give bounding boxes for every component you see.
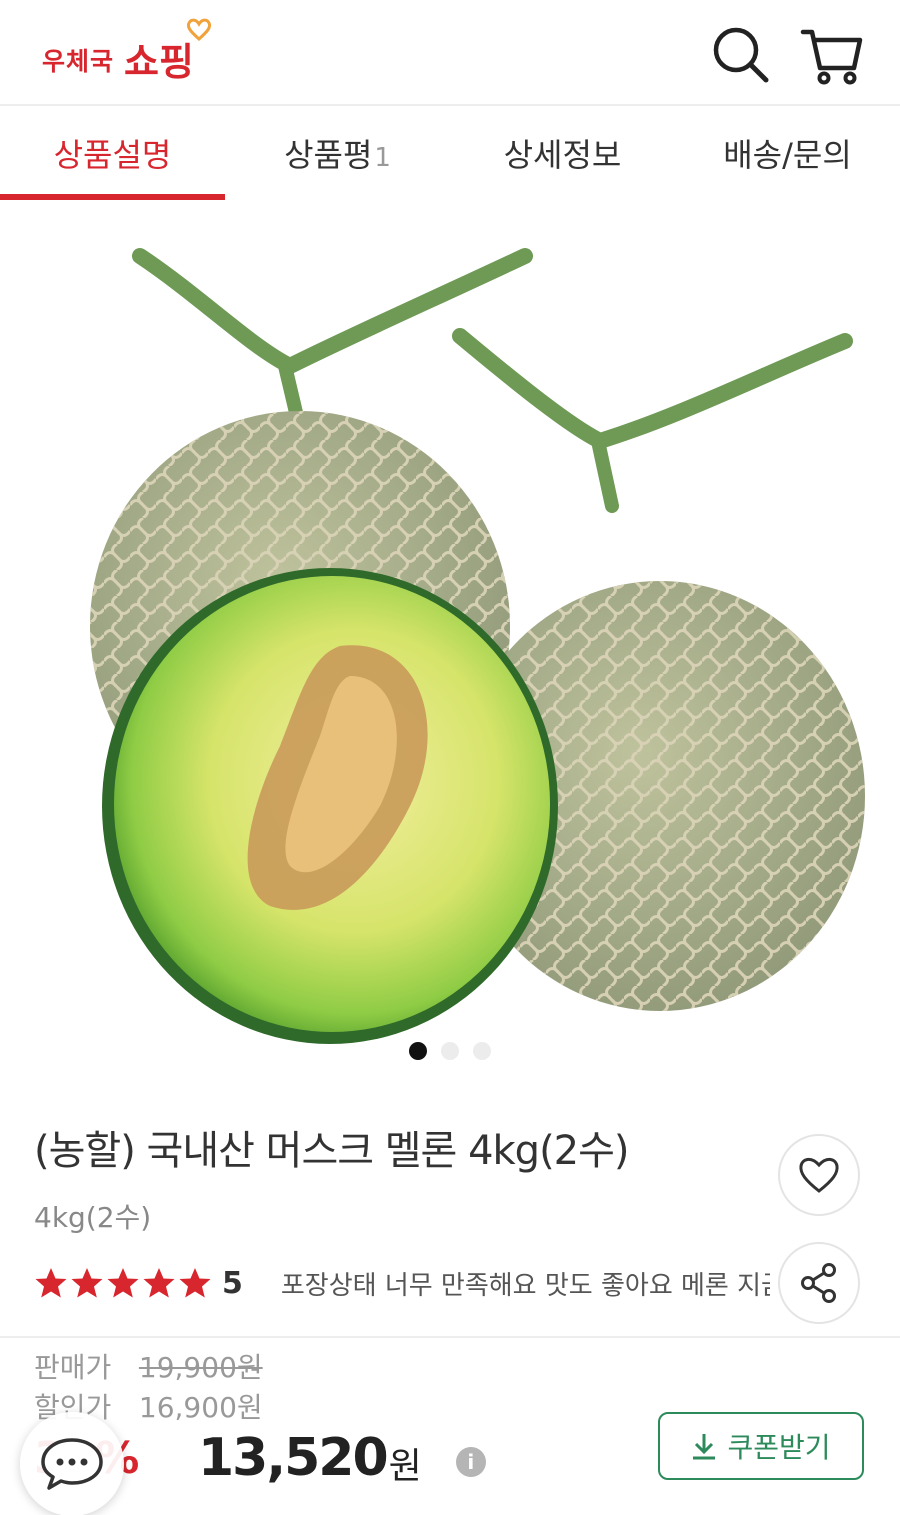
tab-label: 상품설명 — [53, 136, 172, 174]
top-header: 우체국 쇼핑 — [0, 0, 900, 106]
chat-bubble-icon — [41, 1438, 103, 1490]
pagination-dot[interactable] — [409, 1042, 427, 1060]
product-tabs: 상품설명 상품평1 상세정보 배송/문의 — [0, 108, 900, 202]
pagination-dot[interactable] — [473, 1042, 491, 1060]
melon-illustration — [90, 248, 865, 1044]
final-price: 13,520 — [198, 1428, 389, 1488]
rating-value: 5 — [222, 1265, 243, 1301]
price-info-icon[interactable]: i — [455, 1447, 486, 1477]
tab-label: 상품평 — [284, 136, 373, 174]
product-option: 4kg(2수) — [34, 1201, 152, 1234]
logo-big-label: 쇼핑 — [124, 40, 194, 84]
star-icon — [107, 1268, 139, 1298]
tab-label: 배송/문의 — [723, 136, 852, 174]
original-price: 19,900원 — [138, 1351, 263, 1384]
star-icon — [35, 1268, 67, 1298]
cart-icon — [800, 29, 863, 85]
coupon-label: 쿠폰받기 — [727, 1431, 831, 1464]
tab-details[interactable]: 상세정보 — [450, 108, 675, 202]
star-icon — [71, 1268, 103, 1298]
chat-button[interactable] — [20, 1412, 124, 1515]
final-price-unit: 원 — [388, 1446, 422, 1487]
tab-shipping-inquiry[interactable]: 배송/문의 — [675, 108, 900, 202]
tab-description[interactable]: 상품설명 — [0, 108, 225, 202]
tab-label: 상세정보 — [503, 136, 622, 174]
image-pagination — [0, 1042, 900, 1060]
original-price-row: 판매가 19,900원 — [34, 1346, 263, 1386]
share-icon — [801, 1263, 836, 1303]
logo[interactable]: 우체국 쇼핑 — [42, 18, 211, 86]
review-count: 1 — [374, 143, 391, 173]
like-button[interactable] — [778, 1134, 860, 1216]
search-icon — [713, 27, 769, 83]
search-button[interactable] — [710, 24, 772, 86]
heart-icon — [799, 1158, 839, 1193]
tab-reviews[interactable]: 상품평1 — [225, 108, 450, 202]
rating-summary[interactable]: 5 포장상태 너무 만족해요 맛도 좋아요 메론 지금 딱 — [34, 1260, 770, 1306]
share-button[interactable] — [778, 1242, 860, 1324]
divider — [0, 1336, 900, 1338]
review-snippet[interactable]: 포장상태 너무 만족해요 맛도 좋아요 메론 지금 딱 — [281, 1265, 770, 1302]
cart-button[interactable] — [800, 24, 863, 86]
star-icon — [179, 1268, 211, 1298]
download-icon — [693, 1434, 716, 1460]
product-image[interactable] — [0, 206, 900, 1080]
logo-heart-icon — [186, 18, 211, 41]
sale-price: 16,900원 — [138, 1391, 263, 1424]
logo-small-text: 우체국 — [42, 47, 115, 76]
pagination-dot[interactable] — [441, 1042, 459, 1060]
coupon-button[interactable]: 쿠폰받기 — [658, 1412, 864, 1480]
product-title: (농할) 국내산 머스크 멜론 4kg(2수) — [34, 1128, 630, 1174]
star-icon — [143, 1268, 175, 1298]
logo-big-text: 쇼핑 — [124, 18, 211, 86]
original-price-label: 판매가 — [34, 1351, 112, 1384]
star-rating — [34, 1266, 212, 1300]
